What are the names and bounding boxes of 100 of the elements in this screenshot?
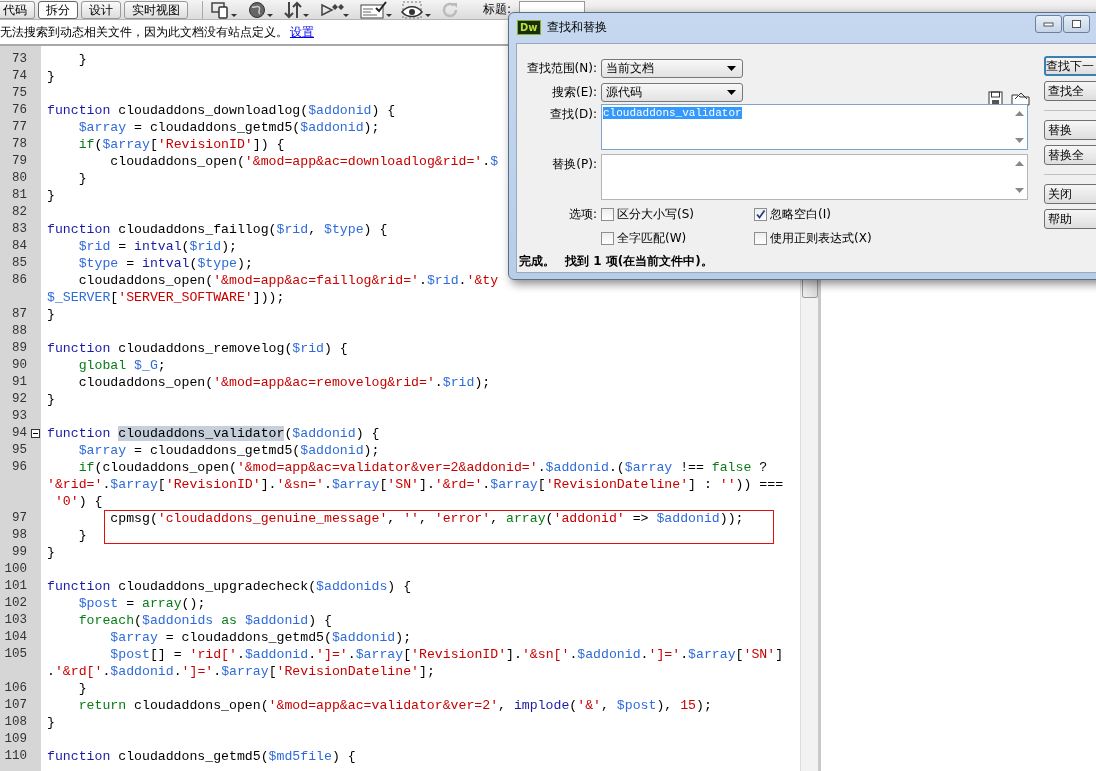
scroll-up-icon[interactable] [1015, 111, 1024, 116]
dropdown[interactable]: 当前文档 [601, 58, 743, 78]
line-number: 105 [3, 646, 27, 663]
checkbox[interactable] [754, 232, 767, 245]
line-number: 107 [3, 697, 27, 714]
code-line: $post = array(); [77, 595, 206, 612]
line-number: 106 [3, 680, 27, 697]
code-line: global $_G; [77, 357, 166, 374]
scroll-down-icon[interactable] [1015, 138, 1024, 143]
line-number: 95 [11, 442, 27, 459]
scroll-up-icon[interactable] [1015, 161, 1024, 166]
maximize-button[interactable] [1063, 15, 1090, 33]
code-line: } [77, 527, 87, 544]
line-number: 100 [3, 561, 27, 578]
options-label: 选项: [567, 206, 598, 223]
code-line: cloudaddons_open('&mod=app&ac=faillog&rid='.$rid.'&ty [77, 272, 499, 289]
code-line: '0') { [53, 493, 103, 510]
device-icon[interactable] [209, 0, 239, 19]
field-label: 替换(P): [551, 156, 598, 173]
checkbox[interactable] [601, 208, 614, 221]
line-number: 86 [11, 272, 27, 289]
line-number: 109 [3, 731, 27, 748]
code-line: } [46, 391, 55, 408]
line-number: 104 [3, 629, 27, 646]
code-line: function cloudaddons_downloadlog($addonid) { [46, 102, 396, 119]
line-number: 102 [3, 595, 27, 612]
code-line: $array = cloudaddons_getmd5($addonid); [109, 629, 412, 646]
line-number: 90 [11, 357, 27, 374]
checklist-icon[interactable] [359, 0, 393, 19]
view-tab[interactable]: 拆分 [38, 0, 78, 19]
field-label: 搜索(E): [551, 83, 598, 101]
line-number: 89 [11, 340, 27, 357]
dropdown-arrow-icon [727, 65, 736, 71]
dialog-button[interactable]: 替换 [1044, 120, 1096, 140]
checkbox[interactable] [601, 232, 614, 245]
dialog-button[interactable]: 替换全 [1044, 145, 1096, 165]
field-label: 查找(D): [549, 106, 598, 123]
collapse-icon[interactable] [31, 429, 40, 438]
dropdown[interactable]: 源代码 [601, 82, 743, 102]
up-down-arrows-icon[interactable] [283, 0, 311, 19]
scroll-thumb[interactable] [802, 278, 818, 298]
code-line: $array = cloudaddons_getmd5($addonid); [77, 119, 380, 136]
code-line: '&rid='.$array['RevisionID'].'&sn='.$array['SN'].'&rd='.$array['RevisionDateline'] : '')) === [46, 476, 784, 493]
line-number: 79 [11, 153, 27, 170]
code-line: function cloudaddons_faillog($rid, $type) { [46, 221, 388, 238]
line-number: 76 [11, 102, 27, 119]
scroll-down-icon[interactable] [1015, 188, 1024, 193]
line-number: 93 [11, 408, 27, 425]
line-number: 83 [11, 221, 27, 238]
dialog-button[interactable]: 查找下一 [1044, 56, 1096, 76]
app-logo: Dw [517, 19, 541, 35]
code-line: function cloudaddons_removelog($rid) { [46, 340, 348, 357]
option-label: 区分大小写(S) [617, 206, 694, 223]
code-line: } [46, 544, 55, 561]
field-label: 查找范围(N): [525, 59, 598, 77]
line-number: 92 [11, 391, 27, 408]
dialog-button[interactable]: 查找全 [1044, 81, 1096, 101]
checkbox[interactable] [754, 208, 767, 221]
dialog-title: 查找和替换 [546, 18, 607, 36]
line-number: 110 [3, 748, 27, 765]
dropdown-arrow-icon [727, 89, 736, 95]
view-tab[interactable]: 设计 [81, 0, 121, 19]
code-line: cloudaddons_open('&mod=app&ac=removelog&rid='.$rid); [77, 374, 491, 391]
line-number: 73 [11, 51, 27, 68]
globe-icon[interactable] [247, 0, 275, 19]
view-tab[interactable]: 实时视图 [124, 0, 188, 19]
dialog-button[interactable]: 帮助 [1044, 209, 1096, 229]
view-tab[interactable]: 代码 [0, 0, 35, 19]
line-number: 98 [11, 527, 27, 544]
line-number: 108 [3, 714, 27, 731]
option-label: 忽略空白(I) [770, 206, 831, 223]
line-number: 82 [11, 204, 27, 221]
settings-link[interactable]: 设置 [290, 23, 314, 41]
code-line: function cloudaddons_getmd5($md5file) { [46, 748, 356, 765]
line-number: 97 [11, 510, 27, 527]
line-number: 103 [3, 612, 27, 629]
maximize-icon [1070, 19, 1083, 29]
code-line: function cloudaddons_upgradecheck($addonids) { [46, 578, 412, 595]
code-line: $post[] = 'rid['.$addonid.']='.$array['RevisionID'].'&sn['.$addonid.']='.$array['SN'] [109, 646, 784, 663]
dialog-button[interactable]: 关闭 [1044, 184, 1096, 204]
code-line: } [77, 51, 87, 68]
code-line: } [46, 714, 55, 731]
minimize-button[interactable] [1035, 15, 1062, 33]
folder-icon[interactable] [1011, 90, 1031, 106]
code-line: function cloudaddons_validator($addonid) { [46, 425, 380, 442]
save-icon[interactable] [988, 90, 1003, 106]
line-number: 74 [11, 68, 27, 85]
line-number: 101 [3, 578, 27, 595]
line-number: 96 [11, 459, 27, 476]
option-label: 全字匹配(W) [617, 230, 687, 247]
info-message: 无法搜索到动态相关文件，因为此文档没有站点定义。 [0, 23, 288, 41]
eye-icon[interactable] [401, 0, 433, 19]
line-number: 80 [11, 170, 27, 187]
code-line: $array = cloudaddons_getmd5($addonid); [77, 442, 380, 459]
code-line: return cloudaddons_open('&mod=app&ac=validator&ver=2', implode('&', $post), 15); [77, 697, 712, 714]
line-number: 78 [11, 136, 27, 153]
code-line: $_SERVER['SERVER_SOFTWARE'])); [46, 289, 285, 306]
line-number: 94 [11, 425, 27, 442]
line-number: 99 [11, 544, 27, 561]
code-line: } [77, 170, 87, 187]
